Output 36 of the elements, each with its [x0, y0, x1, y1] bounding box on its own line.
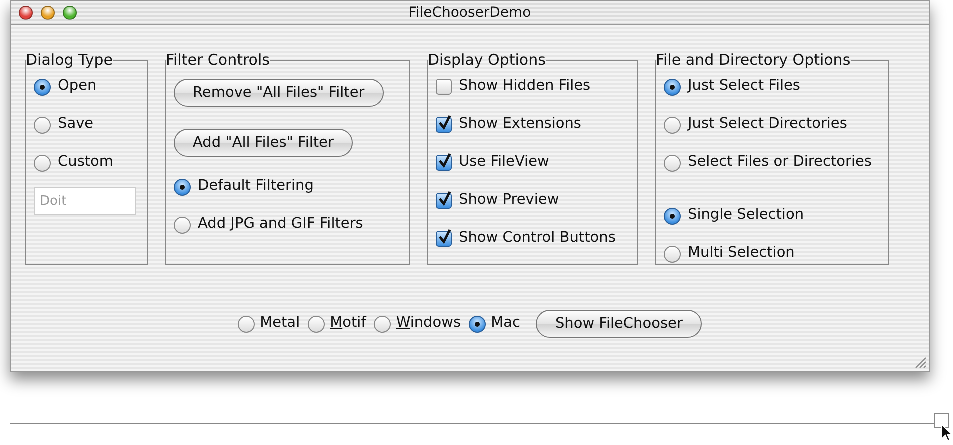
checkbox[interactable]: Show Control Buttons [436, 220, 629, 258]
cursor-icon [941, 424, 953, 442]
radio-button[interactable]: Add JPG and GIF Filters [174, 206, 401, 244]
radio-button[interactable]: Custom [34, 144, 139, 182]
radio-button[interactable]: Mac [469, 305, 520, 343]
group-title: Display Options [428, 53, 546, 68]
window-control-icon[interactable] [41, 6, 55, 20]
radio-button[interactable]: Just Select Directories [664, 106, 880, 144]
radio-button[interactable]: Just Select Files [664, 68, 880, 106]
checkbox[interactable]: Show Hidden Files [436, 68, 629, 106]
radio-button[interactable]: Multi Selection [664, 235, 880, 273]
radio-button[interactable]: Motif [308, 305, 366, 343]
checkmark-icon [437, 115, 453, 131]
filter-button[interactable]: Add "All Files" Filter [174, 129, 353, 157]
group-title: Filter Controls [166, 53, 270, 68]
radio-button[interactable]: Windows [374, 305, 462, 343]
radio-button[interactable]: Default Filtering [174, 168, 401, 206]
window-title: FileChooserDemo [408, 4, 532, 22]
group-title: File and Directory Options [656, 53, 851, 68]
checkmark-icon [437, 153, 453, 169]
radio-button[interactable]: Open [34, 68, 139, 106]
window-control-icon[interactable] [63, 6, 77, 20]
resize-grip-icon[interactable] [913, 355, 927, 369]
radio-button[interactable]: Select Files or Directories [664, 144, 880, 182]
radio-button[interactable]: Single Selection [664, 197, 880, 235]
checkbox[interactable]: Show Preview [436, 182, 629, 220]
window-control-icon[interactable] [19, 6, 33, 20]
filter-button[interactable]: Remove "All Files" Filter [174, 79, 384, 107]
radio-button[interactable]: Metal [238, 305, 300, 343]
show-filechooser-button[interactable]: Show FileChooser [536, 310, 702, 338]
checkmark-icon [437, 229, 453, 245]
radio-button[interactable]: Save [34, 106, 139, 144]
group-title: Dialog Type [26, 53, 113, 68]
checkbox[interactable]: Show Extensions [436, 106, 629, 144]
checkmark-icon [437, 191, 453, 207]
checkbox[interactable]: Use FileView [436, 144, 629, 182]
